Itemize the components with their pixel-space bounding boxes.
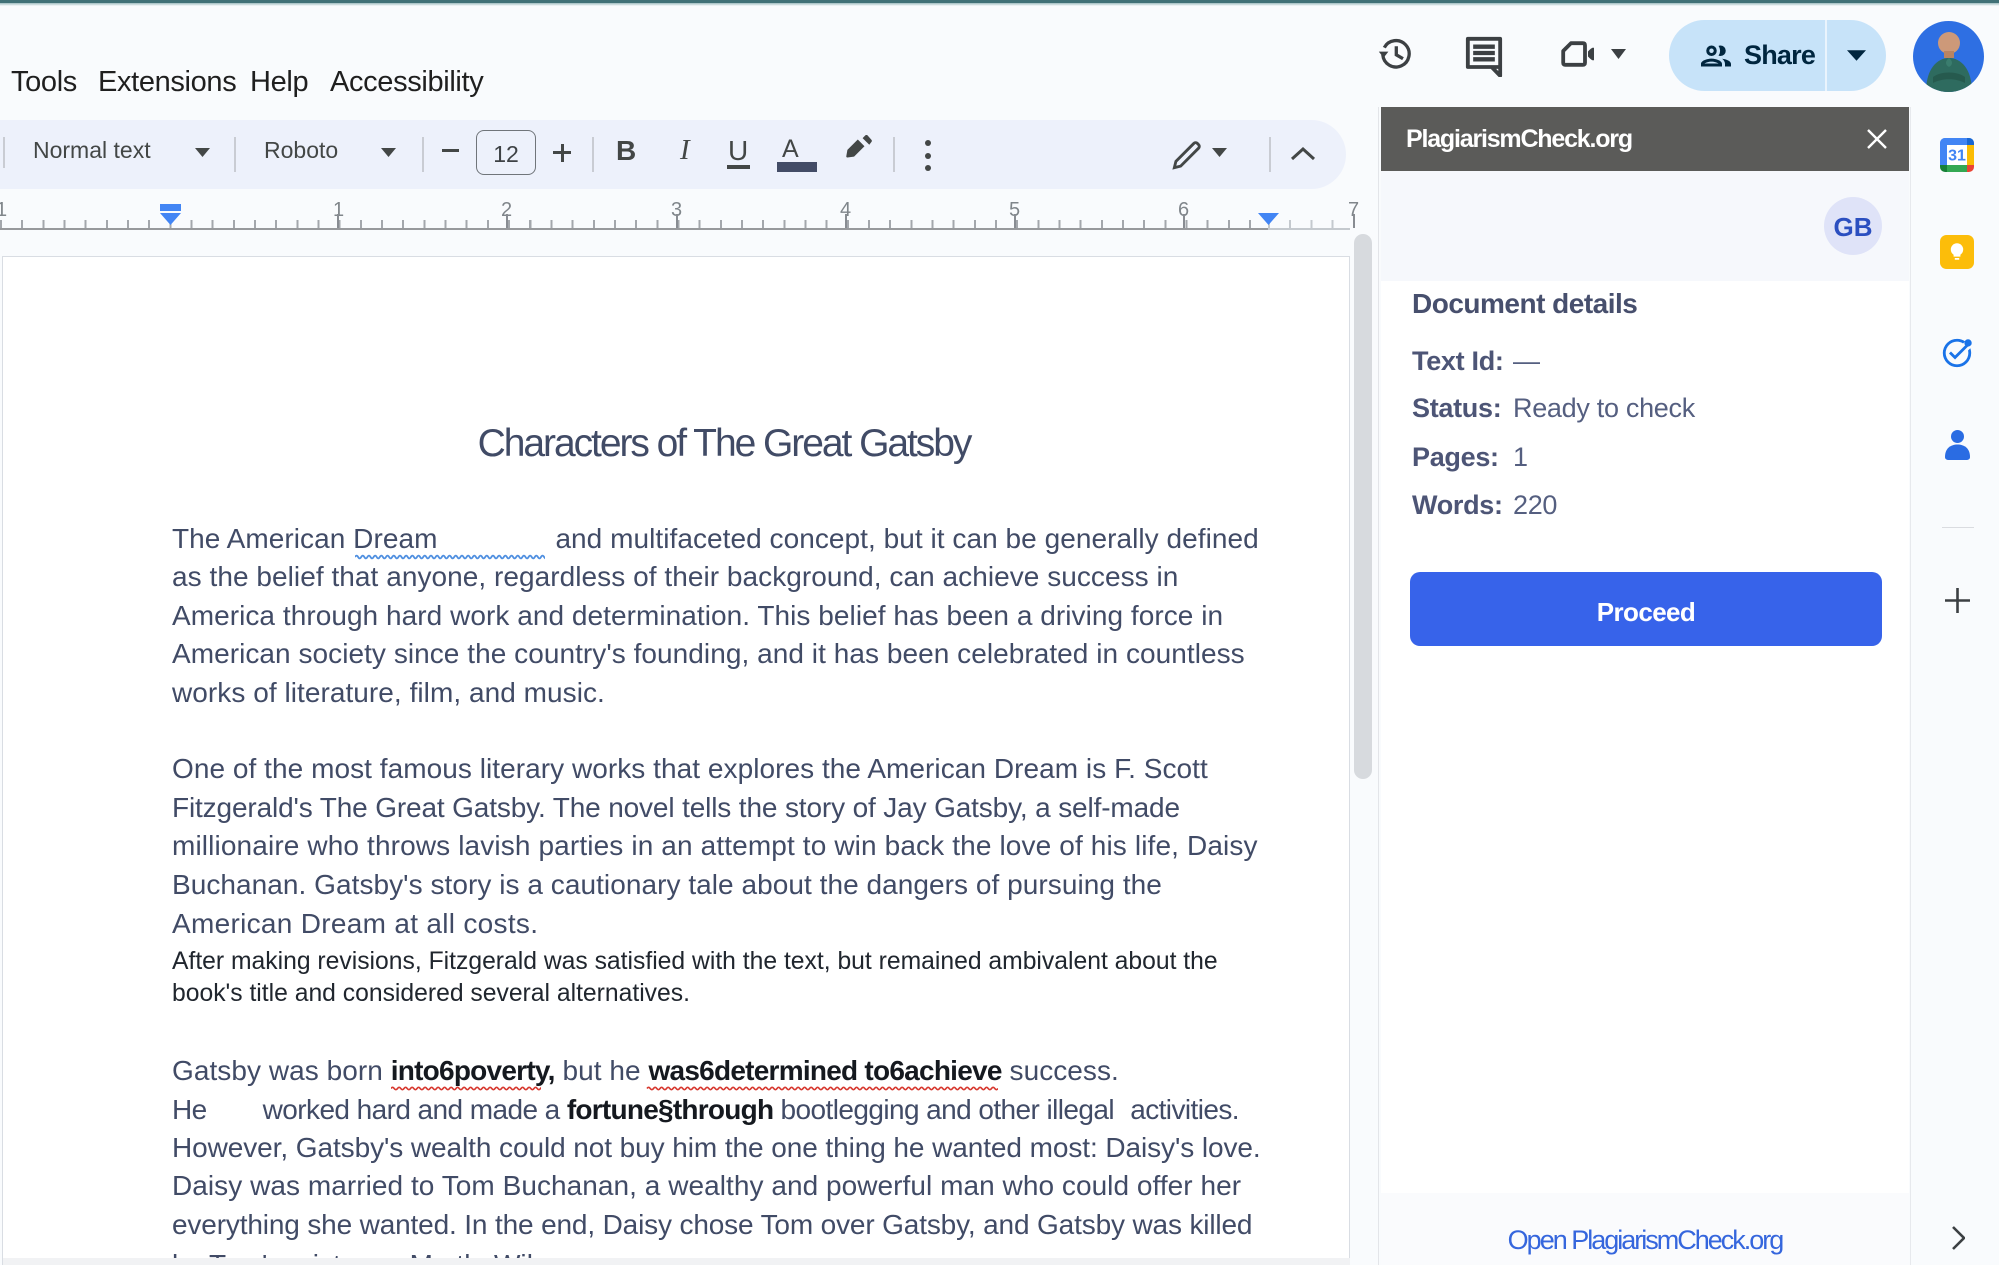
- svg-text:31: 31: [1948, 148, 1966, 165]
